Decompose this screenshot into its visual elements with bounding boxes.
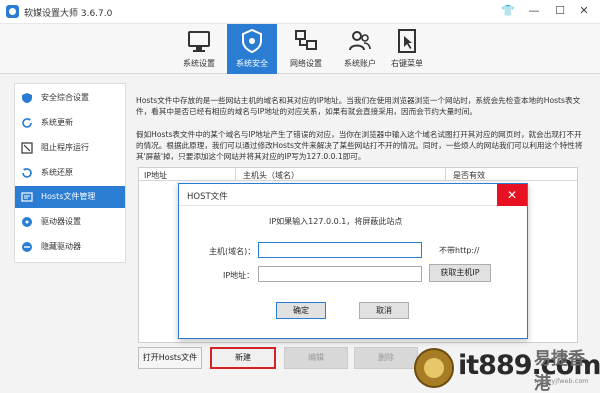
host-input[interactable] <box>258 242 422 258</box>
users-icon <box>349 31 371 51</box>
delete-button[interactable]: 删除 <box>354 347 418 369</box>
dialog-title-bar: HOST文件 ✕ <box>179 184 527 206</box>
sidebar-item-label: 阻止程序运行 <box>41 143 89 152</box>
edit-button[interactable]: 编辑 <box>284 347 348 369</box>
open-hosts-button[interactable]: 打开Hosts文件 <box>138 347 202 369</box>
sidebar-item-label: 隐藏驱动器 <box>41 242 81 251</box>
column-divider <box>235 168 236 180</box>
hide-drive-icon <box>22 242 32 252</box>
cancel-button[interactable]: 取消 <box>359 302 409 319</box>
watermark-url: www.yjfweb.com <box>534 377 589 385</box>
sidebar-item-block-program[interactable]: 阻止程序运行 <box>15 137 125 159</box>
maximize-button[interactable]: ☐ <box>548 2 572 20</box>
sidebar-item-label: 系统更新 <box>41 118 73 127</box>
ip-input[interactable] <box>258 266 422 282</box>
minimize-button[interactable]: — <box>522 2 546 20</box>
drive-icon <box>22 217 32 227</box>
block-icon <box>21 142 33 154</box>
network-icon <box>295 30 317 50</box>
host-label: 主机(域名)： <box>209 247 256 256</box>
sidebar-item-label: 系统还原 <box>41 168 73 177</box>
tab-system-accounts[interactable]: 系统账户 <box>335 24 385 74</box>
column-divider <box>445 168 446 180</box>
shield-icon <box>242 28 262 54</box>
tab-label: 系统设置 <box>183 59 215 68</box>
sidebar: 安全综合设置 系统更新 阻止程序运行 系统还原 Hosts文件管理 驱动器设置 … <box>14 83 126 263</box>
description-paragraph: 假如Hosts表文件中的某个域名与IP地址产生了错误的对应，当你在浏览器中输入这… <box>136 130 583 161</box>
sidebar-item-system-restore[interactable]: 系统还原 <box>15 162 125 184</box>
dialog-info-text: IP如果输入127.0.0.1，将屏蔽此站点 <box>269 217 403 226</box>
shield-settings-icon <box>22 93 32 103</box>
host-file-dialog: HOST文件 ✕ IP如果输入127.0.0.1，将屏蔽此站点 主机(域名)： … <box>178 183 528 339</box>
title-bar: 软媒设置大师 3.6.7.0 👕 — ☐ ✕ <box>0 0 600 24</box>
refresh-icon <box>22 118 32 128</box>
close-button[interactable]: ✕ <box>572 2 596 20</box>
window-title: 软媒设置大师 3.6.7.0 <box>24 9 113 19</box>
sidebar-item-security-settings[interactable]: 安全综合设置 <box>15 87 125 109</box>
new-button[interactable]: 新建 <box>210 347 276 369</box>
sidebar-item-hide-drive[interactable]: 隐藏驱动器 <box>15 236 125 258</box>
sidebar-item-label: 安全综合设置 <box>41 93 89 102</box>
ip-label: IP地址： <box>223 271 255 280</box>
description-paragraph: Hosts文件中存放的是一些网站主机的域名和其对应的IP地址。当我们在使用浏览器… <box>136 96 581 116</box>
ok-button[interactable]: 确定 <box>276 302 326 319</box>
tab-system-settings[interactable]: 系统设置 <box>174 24 224 74</box>
tab-label: 右键菜单 <box>391 59 423 68</box>
watermark-cn-text: 易捷香港 <box>534 349 585 393</box>
tab-context-menu[interactable]: 右键菜单 <box>382 24 432 74</box>
tab-system-security[interactable]: 系统安全 <box>227 24 277 74</box>
dialog-title: HOST文件 <box>187 192 228 202</box>
sidebar-item-label: 驱动器设置 <box>41 217 81 226</box>
tab-label: 网络设置 <box>290 59 322 68</box>
header-divider <box>139 180 577 181</box>
main-toolbar: 系统设置 系统安全 网络设置 系统账户 右键菜单 <box>0 24 600 74</box>
dialog-close-button[interactable]: ✕ <box>497 184 527 206</box>
get-host-ip-button[interactable]: 获取主机IP <box>429 264 491 282</box>
sidebar-item-hosts[interactable]: Hosts文件管理 <box>15 186 125 208</box>
sidebar-item-system-update[interactable]: 系统更新 <box>15 112 125 134</box>
sidebar-item-drive-settings[interactable]: 驱动器设置 <box>15 211 125 233</box>
app-logo-icon <box>6 5 19 18</box>
watermark-logo: it889.com 易捷香港 www.yjfweb.com <box>414 344 600 393</box>
restore-icon <box>22 168 32 178</box>
tab-network-settings[interactable]: 网络设置 <box>281 24 331 74</box>
hosts-icon <box>21 192 33 202</box>
no-http-note: 不带http:// <box>439 246 480 255</box>
watermark-emblem-icon <box>414 348 454 388</box>
sidebar-item-label: Hosts文件管理 <box>41 192 96 201</box>
skin-button[interactable]: 👕 <box>496 2 520 20</box>
tab-label: 系统安全 <box>236 59 268 68</box>
tab-label: 系统账户 <box>344 59 376 68</box>
monitor-settings-icon <box>188 31 210 52</box>
cursor-menu-icon <box>398 29 416 53</box>
